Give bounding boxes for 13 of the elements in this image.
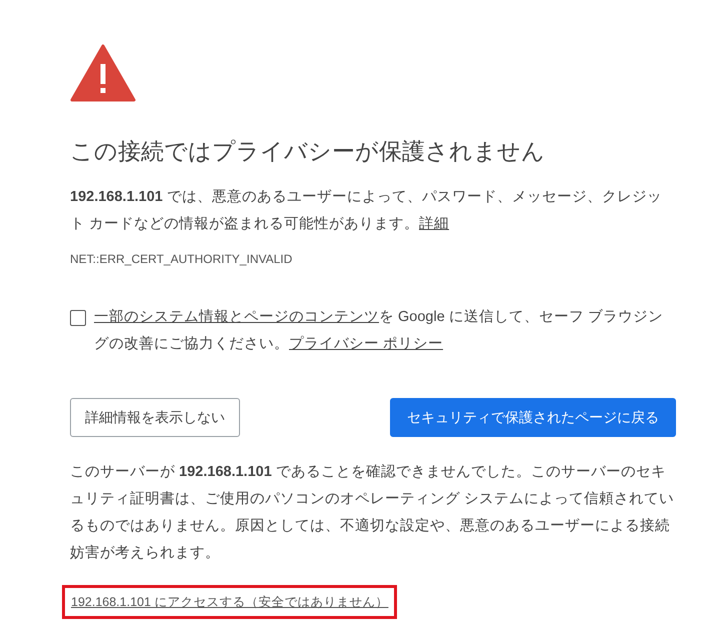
content-link[interactable]: 一部のシステム情報とページのコンテンツ (94, 308, 379, 325)
back-to-safety-button[interactable]: セキュリティで保護されたページに戻る (390, 398, 676, 437)
details-message: このサーバーが 192.168.1.101 であることを確認できませんでした。このサーバーのセキュリティ証明書は、ご使用のパソコンのオペレーティング システムによって信頼されているものではありません。原因としては、不適切な設定や、悪意のあるユーザーによる接続妨害が考えられます。 (70, 462, 676, 563)
proceed-link[interactable]: 192.168.1.101 にアクセスする（安全ではありません） (62, 584, 398, 620)
warning-message: 192.168.1.101 では、悪意のあるユーザーによって、パスワード、メッセージ、クレジット カードなどの情報が盗まれる可能性があります。詳細 (70, 188, 663, 234)
privacy-policy-link[interactable]: プライバシー ポリシー (289, 336, 444, 352)
warning-icon (70, 44, 136, 102)
checkbox[interactable] (70, 310, 86, 326)
error-code: NET::ERR_CERT_AUTHORITY_INVALID (70, 250, 294, 268)
page-heading: この接続ではプライバシーが保護されません (70, 138, 546, 166)
opt-in-label: 一部のシステム情報とページのコンテンツ を Google に送信して、セーフ ブラウジングの改善にご協力ください。プライバシー ポリシー (94, 308, 664, 354)
details-link[interactable]: 詳細 (419, 216, 450, 232)
hide-details-button[interactable]: 詳細情報を表示しない (70, 398, 240, 437)
